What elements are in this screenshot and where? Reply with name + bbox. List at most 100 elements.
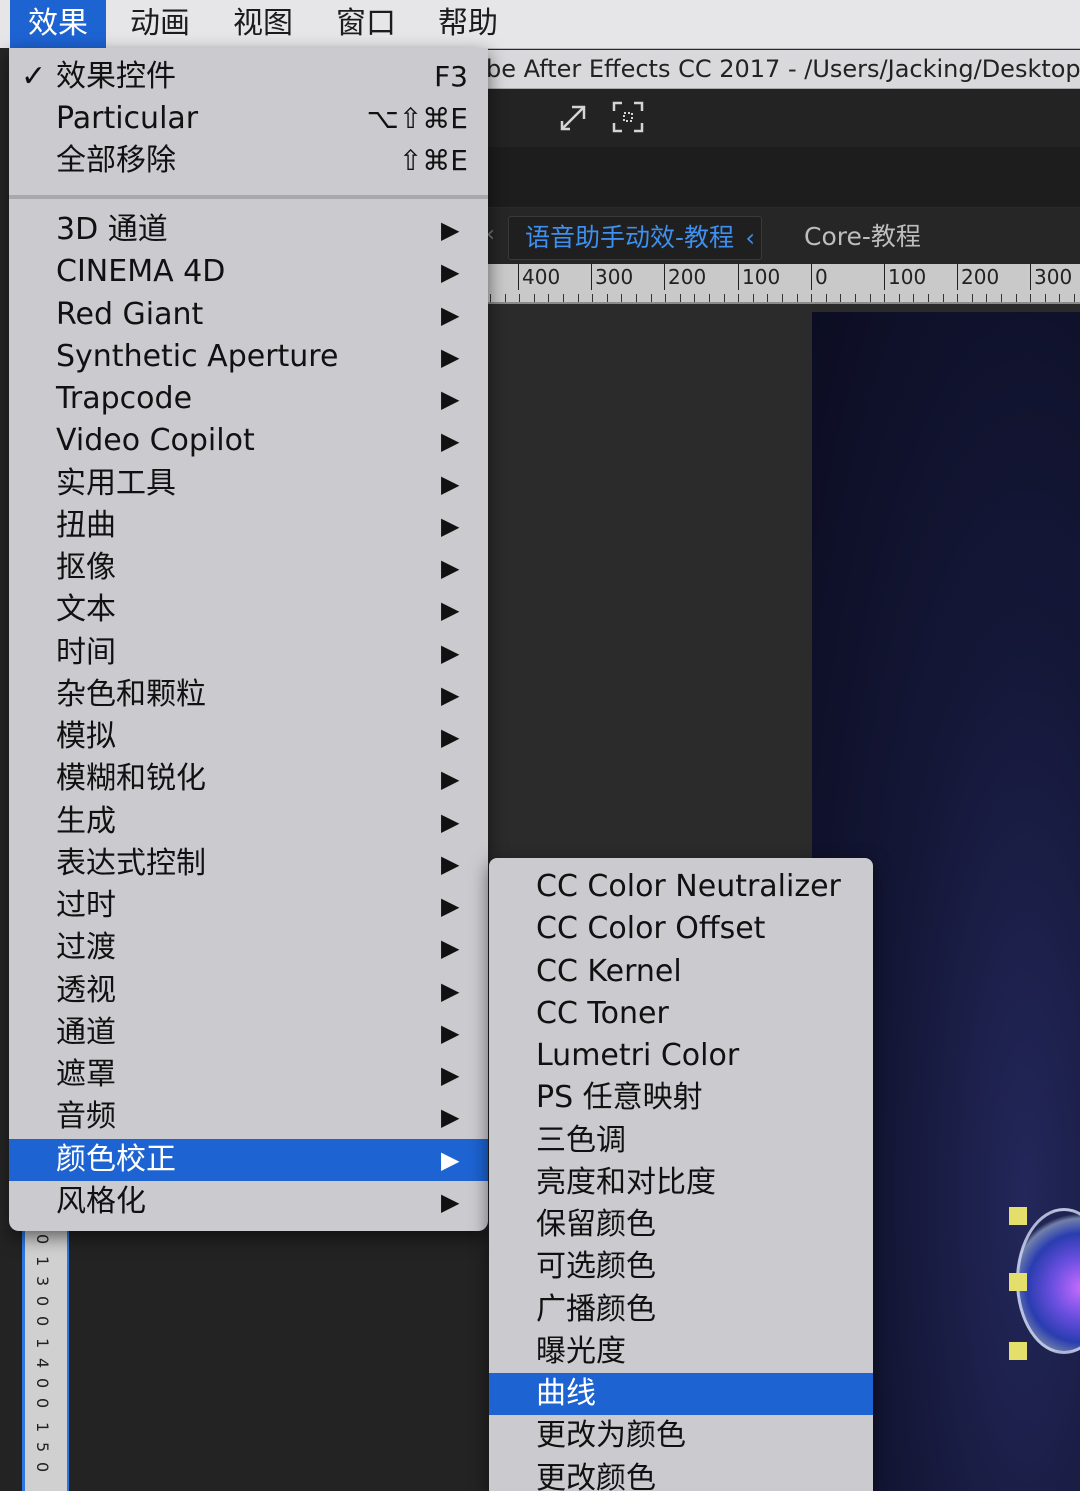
ruler-minor-tick bbox=[840, 294, 841, 302]
menu-item-category[interactable]: 过渡 ▶ bbox=[9, 927, 488, 969]
menu-item-category[interactable]: 过时 ▶ bbox=[9, 885, 488, 927]
submenu-arrow-icon: ▶ bbox=[441, 850, 460, 878]
submenu-item-effect[interactable]: PS 任意映射 bbox=[489, 1077, 873, 1119]
menu-item-category[interactable]: 文本 ▶ bbox=[9, 589, 488, 631]
menu-item-category[interactable]: 风格化 ▶ bbox=[9, 1181, 488, 1223]
effects-menu: ✓ 效果控件 F3 Particular ⌥⇧⌘E 全部移除 ⇧⌘E 3D 通道… bbox=[9, 48, 488, 1231]
submenu-item-effect[interactable]: 广播颜色 bbox=[489, 1289, 873, 1331]
submenu-item-effect[interactable]: 曝光度 bbox=[489, 1331, 873, 1373]
menu-item-category[interactable]: 颜色校正 ▶ bbox=[9, 1139, 488, 1181]
menu-effects[interactable]: 效果 bbox=[10, 0, 106, 48]
menu-item-label: 颜色校正 bbox=[56, 1142, 176, 1177]
menu-item-category[interactable]: 扭曲 ▶ bbox=[9, 505, 488, 547]
submenu-item-label: 曝光度 bbox=[536, 1334, 626, 1369]
menu-item-category[interactable]: 抠像 ▶ bbox=[9, 547, 488, 589]
submenu-item-label: Lumetri Color bbox=[536, 1038, 740, 1073]
tab-active-label: 语音助手动效-教程 bbox=[525, 223, 735, 252]
submenu-item-effect[interactable]: CC Color Offset bbox=[489, 908, 873, 950]
submenu-item-label: 更改为颜色 bbox=[536, 1418, 686, 1453]
menu-item-particular[interactable]: Particular ⌥⇧⌘E bbox=[9, 98, 488, 140]
menu-item-category[interactable]: 遮罩 ▶ bbox=[9, 1054, 488, 1096]
menu-window[interactable]: 窗口 bbox=[318, 0, 414, 48]
menu-item-category[interactable]: CINEMA 4D ▶ bbox=[9, 251, 488, 293]
ruler-minor-tick bbox=[928, 294, 929, 302]
menu-item-shortcut: ⌥⇧⌘E bbox=[366, 102, 468, 135]
menu-item-category[interactable]: Synthetic Aperture ▶ bbox=[9, 336, 488, 378]
submenu-item-effect[interactable]: Lumetri Color bbox=[489, 1035, 873, 1077]
menu-item-effect-controls[interactable]: ✓ 效果控件 F3 bbox=[9, 56, 488, 98]
composition-tabs: ‹ 语音助手动效-教程 ‹ Core-教程 bbox=[486, 208, 1080, 264]
ruler-digit: 5 bbox=[33, 1442, 52, 1453]
menu-item-shortcut: ⇧⌘E bbox=[398, 144, 468, 177]
submenu-item-label: 亮度和对比度 bbox=[536, 1165, 716, 1200]
submenu-item-effect[interactable]: 曲线 bbox=[489, 1373, 873, 1415]
ruler-digit: 0 bbox=[33, 1378, 52, 1389]
menu-item-label: 生成 bbox=[56, 804, 116, 839]
tab-voice-assistant[interactable]: 语音助手动效-教程 ‹ bbox=[508, 216, 762, 260]
ruler-minor-tick bbox=[607, 294, 608, 302]
submenu-item-effect[interactable]: CC Toner bbox=[489, 993, 873, 1035]
expand-arrow-icon[interactable] bbox=[556, 99, 592, 135]
menu-item-category[interactable]: 杂色和颗粒 ▶ bbox=[9, 674, 488, 716]
submenu-arrow-icon: ▶ bbox=[441, 385, 460, 413]
submenu-arrow-icon: ▶ bbox=[441, 554, 460, 582]
chevron-left-icon[interactable]: ‹ bbox=[745, 217, 755, 259]
submenu-arrow-icon: ▶ bbox=[441, 343, 460, 371]
menu-item-category[interactable]: 模糊和锐化 ▶ bbox=[9, 758, 488, 800]
menu-item-category[interactable]: Trapcode ▶ bbox=[9, 378, 488, 420]
transform-handle[interactable] bbox=[1009, 1342, 1027, 1360]
panel-area bbox=[486, 147, 1080, 207]
submenu-item-label: 三色调 bbox=[536, 1123, 626, 1158]
submenu-item-label: PS 任意映射 bbox=[536, 1080, 703, 1115]
tab-core[interactable]: Core-教程 bbox=[804, 216, 921, 258]
menu-item-category[interactable]: Red Giant ▶ bbox=[9, 294, 488, 336]
menu-help[interactable]: 帮助 bbox=[420, 0, 516, 48]
submenu-arrow-icon: ▶ bbox=[441, 1061, 460, 1089]
ruler-minor-tick bbox=[724, 294, 725, 302]
submenu-arrow-icon: ▶ bbox=[441, 723, 460, 751]
menu-item-category[interactable]: 模拟 ▶ bbox=[9, 716, 488, 758]
ruler-minor-tick bbox=[797, 294, 798, 302]
ruler-digit: 0 bbox=[33, 1316, 52, 1327]
menu-item-category[interactable]: 实用工具 ▶ bbox=[9, 463, 488, 505]
submenu-item-effect[interactable]: 可选颜色 bbox=[489, 1246, 873, 1288]
ruler-label: 400 bbox=[518, 264, 560, 290]
menu-item-category[interactable]: 透视 ▶ bbox=[9, 970, 488, 1012]
submenu-arrow-icon: ▶ bbox=[441, 1103, 460, 1131]
menu-item-category[interactable]: 生成 ▶ bbox=[9, 801, 488, 843]
submenu-item-effect[interactable]: 三色调 bbox=[489, 1120, 873, 1162]
viewer-toolbar bbox=[486, 89, 1080, 147]
menu-item-category[interactable]: 音频 ▶ bbox=[9, 1096, 488, 1138]
submenu-arrow-icon: ▶ bbox=[441, 512, 460, 540]
submenu-arrow-icon: ▶ bbox=[441, 681, 460, 709]
ruler-minor-tick bbox=[490, 294, 491, 302]
submenu-arrow-icon: ▶ bbox=[441, 1019, 460, 1047]
submenu-item-effect[interactable]: 亮度和对比度 bbox=[489, 1162, 873, 1204]
ruler-minor-tick bbox=[738, 294, 739, 302]
ruler-minor-tick bbox=[1001, 294, 1002, 302]
submenu-item-effect[interactable]: CC Kernel bbox=[489, 951, 873, 993]
ruler-label: 100 bbox=[884, 264, 926, 290]
submenu-item-effect[interactable]: CC Color Neutralizer bbox=[489, 866, 873, 908]
checkmark-icon: ✓ bbox=[21, 59, 47, 94]
menu-item-category[interactable]: Video Copilot ▶ bbox=[9, 420, 488, 462]
menu-item-remove-all[interactable]: 全部移除 ⇧⌘E bbox=[9, 140, 488, 182]
menu-item-category[interactable]: 通道 ▶ bbox=[9, 1012, 488, 1054]
submenu-item-label: 更改颜色 bbox=[536, 1461, 656, 1491]
menu-item-label: 扭曲 bbox=[56, 508, 116, 543]
menu-item-category[interactable]: 时间 ▶ bbox=[9, 632, 488, 674]
window-titlebar: be After Effects CC 2017 - /Users/Jackin… bbox=[486, 50, 1080, 89]
ruler-digit: 0 bbox=[33, 1234, 52, 1245]
submenu-item-effect[interactable]: 保留颜色 bbox=[489, 1204, 873, 1246]
fit-frame-icon[interactable] bbox=[610, 99, 646, 135]
transform-handle[interactable] bbox=[1009, 1207, 1027, 1225]
transform-handle[interactable] bbox=[1009, 1273, 1027, 1291]
ruler-minor-tick bbox=[913, 294, 914, 302]
menu-item-category[interactable]: 表达式控制 ▶ bbox=[9, 843, 488, 885]
menu-animation[interactable]: 动画 bbox=[112, 0, 208, 48]
menu-item-category[interactable]: 3D 通道 ▶ bbox=[9, 209, 488, 251]
submenu-item-effect[interactable]: 更改颜色 bbox=[489, 1458, 873, 1491]
submenu-item-effect[interactable]: 更改为颜色 bbox=[489, 1415, 873, 1457]
menu-view[interactable]: 视图 bbox=[215, 0, 311, 48]
menu-item-label: 文本 bbox=[56, 592, 116, 627]
